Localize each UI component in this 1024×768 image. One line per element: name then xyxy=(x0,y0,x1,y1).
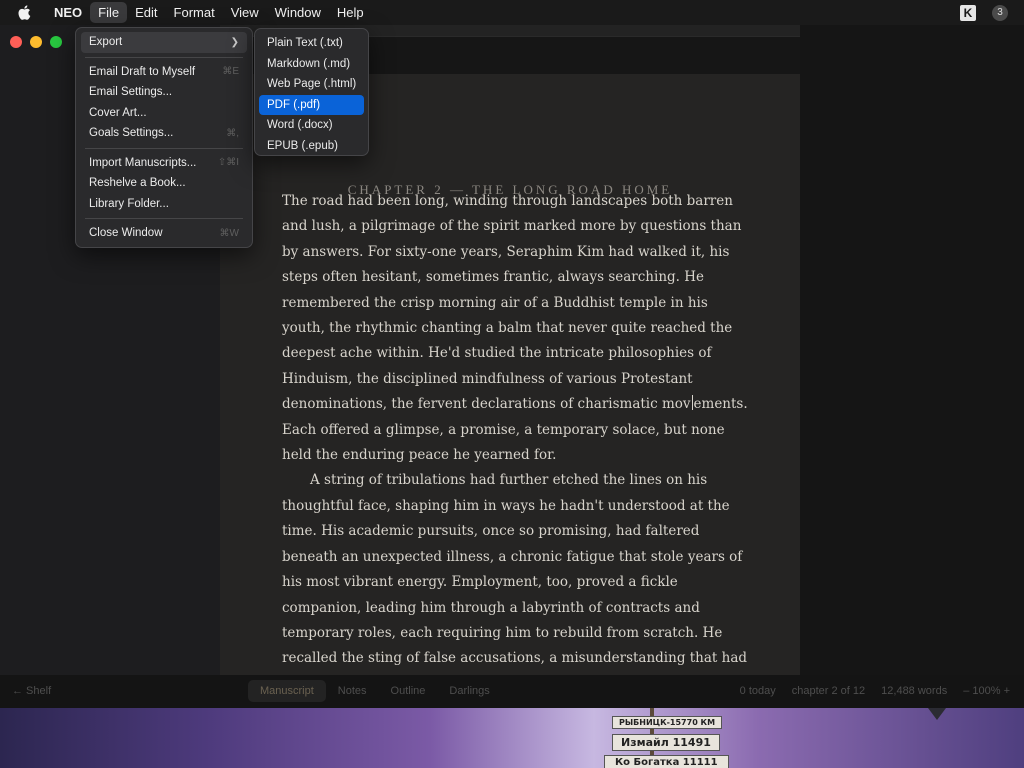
export-epub[interactable]: EPUB (.epub) xyxy=(259,136,364,157)
menu-item-label: Library Folder... xyxy=(89,197,169,210)
menu-item-email-draft[interactable]: Email Draft to Myself ⌘E xyxy=(81,62,247,83)
close-window-button[interactable] xyxy=(10,36,22,48)
manuscript-page[interactable]: CHAPTER 2 — THE LONG ROAD HOME The road … xyxy=(220,74,800,675)
menu-item-label: Email Settings... xyxy=(89,86,173,99)
menu-item-close-window[interactable]: Close Window ⌘W xyxy=(81,223,247,244)
status-bar: ← Shelf Manuscript Notes Outline Darling… xyxy=(0,675,1024,708)
menu-view[interactable]: View xyxy=(223,2,267,23)
menu-item-label: Import Manuscripts... xyxy=(89,156,197,169)
notification-badge[interactable]: 3 xyxy=(992,4,1008,21)
menu-edit[interactable]: Edit xyxy=(127,2,165,23)
menu-item-label: Close Window xyxy=(89,227,163,240)
export-markdown[interactable]: Markdown (.md) xyxy=(259,54,364,75)
window-controls xyxy=(10,36,62,48)
paragraph[interactable]: A string of tribulations had further etc… xyxy=(282,468,752,675)
paragraph[interactable]: The road had been long, winding through … xyxy=(282,189,752,468)
menu-bar: NEO File Edit Format View Window Help K … xyxy=(0,0,1024,25)
tab-notes[interactable]: Notes xyxy=(326,680,379,702)
paragraph-text: The road had been long, winding through … xyxy=(282,193,742,413)
zoom-control[interactable]: – 100% + xyxy=(963,685,1010,697)
export-pdf[interactable]: PDF (.pdf) xyxy=(259,94,364,115)
flag-shape xyxy=(928,708,946,720)
export-word[interactable]: Word (.docx) xyxy=(259,115,364,136)
menu-file[interactable]: File xyxy=(90,2,128,23)
app-menu[interactable]: NEO xyxy=(46,2,90,23)
file-menu: Export ❯ Email Draft to Myself ⌘E Email … xyxy=(75,27,253,248)
menu-shortcut: ⌘W xyxy=(219,227,239,239)
zoom-window-button[interactable] xyxy=(50,36,62,48)
word-count: 12,488 words xyxy=(881,685,948,697)
menu-item-label: Cover Art... xyxy=(89,106,147,119)
menu-item-import-manuscripts[interactable]: Import Manuscripts... ⇧⌘I xyxy=(81,153,247,174)
view-tabs: Manuscript Notes Outline Darlings xyxy=(248,680,502,702)
shelf-button[interactable]: ← Shelf xyxy=(12,685,51,697)
sign-board: Измайл 11491 xyxy=(612,734,720,751)
apple-icon[interactable] xyxy=(16,0,32,25)
tab-darlings[interactable]: Darlings xyxy=(437,680,501,702)
menu-item-goals-settings[interactable]: Goals Settings... ⌘, xyxy=(81,123,247,144)
tab-manuscript[interactable]: Manuscript xyxy=(248,680,326,702)
export-submenu: Plain Text (.txt) Markdown (.md) Web Pag… xyxy=(254,28,369,156)
menu-item-export[interactable]: Export ❯ xyxy=(81,32,247,53)
sign-board: Ко Богатка 11111 xyxy=(604,755,729,768)
chevron-right-icon: ❯ xyxy=(230,36,239,48)
menu-item-label: Email Draft to Myself xyxy=(89,65,196,78)
k-app-icon[interactable]: K xyxy=(960,4,976,21)
desktop-wallpaper: РЫБНИЦК-15770 КМ Измайл 11491 Ко Богатка… xyxy=(0,708,1024,768)
tab-outline[interactable]: Outline xyxy=(379,680,438,702)
minimize-window-button[interactable] xyxy=(30,36,42,48)
chapter-indicator[interactable]: chapter 2 of 12 xyxy=(792,685,865,697)
menu-window[interactable]: Window xyxy=(267,2,329,23)
menu-separator xyxy=(85,147,243,149)
menu-shortcut: ⇧⌘I xyxy=(217,157,239,169)
status-items: K 3 xyxy=(960,0,1008,25)
sign-board: РЫБНИЦК-15770 КМ xyxy=(612,716,723,729)
document-stats: 0 today chapter 2 of 12 12,488 words – 1… xyxy=(740,685,1010,697)
menu-item-label: Export xyxy=(89,36,123,49)
export-web-page[interactable]: Web Page (.html) xyxy=(259,74,364,95)
menu-item-email-settings[interactable]: Email Settings... xyxy=(81,82,247,103)
today-count: 0 today xyxy=(739,685,776,697)
menu-item-label: Goals Settings... xyxy=(89,127,174,140)
menu-help[interactable]: Help xyxy=(329,2,372,23)
export-plain-text[interactable]: Plain Text (.txt) xyxy=(259,33,364,54)
menu-item-label: Reshelve a Book... xyxy=(89,177,186,190)
menu-item-cover-art[interactable]: Cover Art... xyxy=(81,103,247,124)
menu-item-library-folder[interactable]: Library Folder... xyxy=(81,194,247,215)
menu-shortcut: ⌘, xyxy=(226,127,239,139)
manuscript-text[interactable]: The road had been long, winding through … xyxy=(282,189,752,675)
text-cursor xyxy=(691,395,693,411)
menu-separator xyxy=(85,56,243,58)
menu-format[interactable]: Format xyxy=(166,2,223,23)
menu-separator xyxy=(85,218,243,219)
right-pane xyxy=(800,25,1024,675)
menu-shortcut: ⌘E xyxy=(222,66,239,78)
menu-item-reshelve-book[interactable]: Reshelve a Book... xyxy=(81,173,247,194)
